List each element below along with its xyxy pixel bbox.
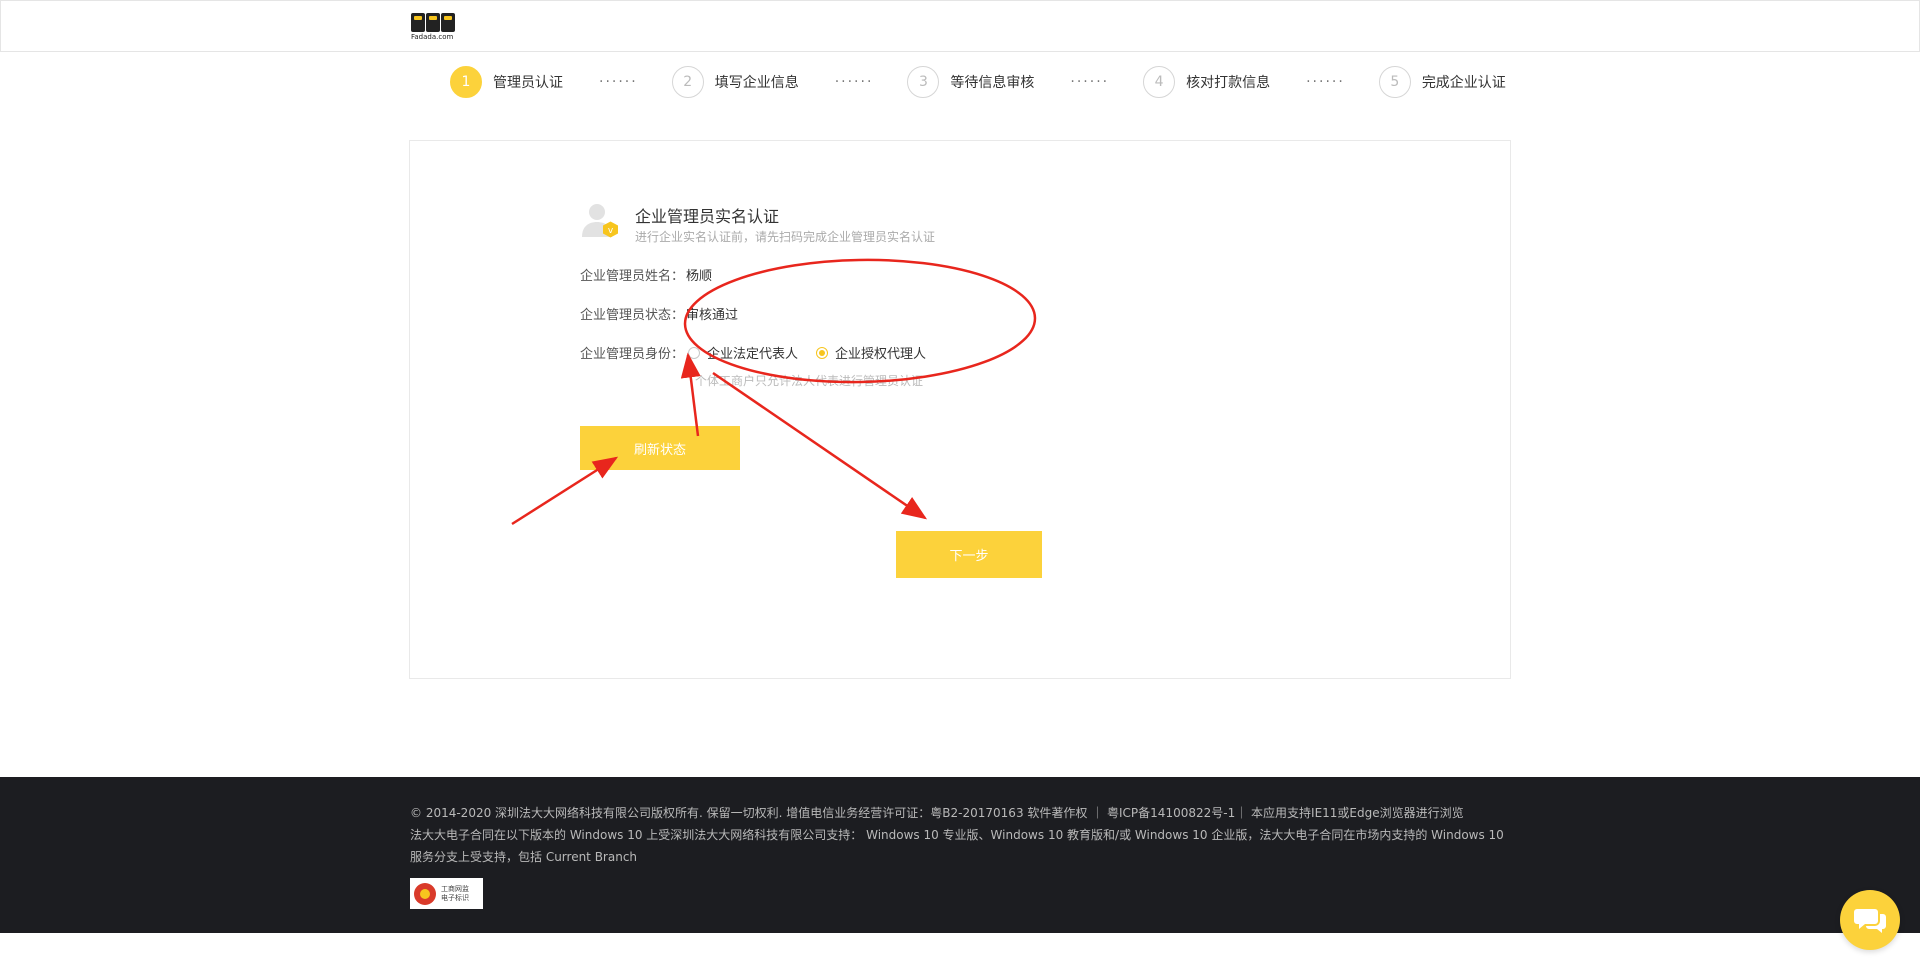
admin-verification-card: v 企业管理员实名认证 进行企业实名认证前，请先扫码完成企业管理员实名认证 企业…	[409, 140, 1511, 679]
admin-status-value: 审核通过	[686, 308, 739, 323]
emblem-icon	[414, 882, 436, 905]
step-2: 2 填写企业信息	[671, 66, 799, 98]
svg-text:v: v	[608, 226, 614, 236]
step-number: 4	[1143, 66, 1176, 98]
step-separator: ······	[834, 74, 874, 90]
refresh-status-button[interactable]: 刷新状态	[580, 426, 740, 470]
step-number: 3	[907, 66, 940, 98]
badge-line-2: 电子标识	[441, 893, 469, 902]
radio-label: 企业授权代理人	[835, 347, 927, 362]
radio-label: 企业法定代表人	[707, 347, 799, 362]
step-number: 1	[450, 66, 482, 98]
badge-line-1: 工商网监	[441, 884, 469, 893]
step-label: 管理员认证	[493, 75, 563, 91]
logo-mark	[411, 13, 455, 32]
radio-dot[interactable]	[688, 346, 701, 359]
site-footer: © 2014-2020 深圳法大大网络科技有限公司版权所有. 保留一切权利. 增…	[0, 777, 1920, 933]
verified-badge-icon: v	[603, 221, 618, 238]
step-1: 1 管理员认证	[450, 66, 563, 98]
step-number: 5	[1378, 66, 1411, 98]
admin-identity-label: 企业管理员身份：	[580, 347, 685, 362]
step-5: 5 完成企业认证	[1378, 66, 1506, 98]
admin-name-row: 企业管理员姓名： 杨顺	[580, 265, 712, 284]
radio-dot-checked[interactable]	[816, 346, 829, 359]
avatar: v	[580, 199, 620, 239]
badge-text: 工商网监 电子标识	[441, 885, 469, 903]
fadada-logo[interactable]: Fadada.com	[411, 13, 455, 41]
step-label: 完成企业认证	[1421, 75, 1506, 91]
admin-status-label: 企业管理员状态：	[580, 308, 685, 323]
chat-bubble-icon	[1854, 909, 1886, 933]
footer-windows-support: 法大大电子合同在以下版本的 Windows 10 上受深圳法大大网络科技有限公司…	[410, 828, 1504, 864]
step-label: 核对打款信息	[1186, 75, 1271, 91]
radio-legal-representative[interactable]: 企业法定代表人	[688, 343, 798, 362]
step-label: 等待信息审核	[950, 75, 1035, 91]
gov-badge[interactable]: 工商网监 电子标识	[410, 878, 483, 909]
step-4: 4 核对打款信息	[1143, 66, 1270, 98]
step-3: 3 等待信息审核	[907, 66, 1034, 98]
top-header: Fadada.com	[0, 0, 1920, 52]
admin-status-row: 企业管理员状态： 审核通过	[580, 304, 738, 323]
admin-identity-row: 企业管理员身份： 企业法定代表人 企业授权代理人	[580, 343, 926, 362]
footer-copyright: © 2014-2020 深圳法大大网络科技有限公司版权所有. 保留一切权利. 增…	[410, 806, 1464, 820]
admin-name-label: 企业管理员姓名：	[580, 269, 685, 284]
card-title: 企业管理员实名认证	[635, 207, 780, 226]
card-subtitle: 进行企业实名认证前，请先扫码完成企业管理员实名认证	[635, 230, 936, 244]
admin-name-value: 杨顺	[686, 269, 713, 284]
step-separator: ······	[1070, 74, 1110, 90]
step-separator: ······	[1306, 74, 1345, 90]
next-step-button[interactable]: 下一步	[896, 531, 1042, 578]
step-label: 填写企业信息	[714, 75, 799, 91]
step-separator: ······	[599, 74, 638, 90]
radio-authorized-agent[interactable]: 企业授权代理人	[816, 343, 926, 362]
identity-hint: 个体工商户只允许法人代表进行管理员认证	[695, 374, 924, 388]
progress-steps: 1 管理员认证 ······ 2 填写企业信息 ······ 3 等待信息审核 …	[450, 66, 1506, 98]
chat-support-button[interactable]	[1840, 890, 1900, 950]
step-number: 2	[671, 66, 704, 98]
logo-text: Fadada.com	[411, 33, 454, 41]
